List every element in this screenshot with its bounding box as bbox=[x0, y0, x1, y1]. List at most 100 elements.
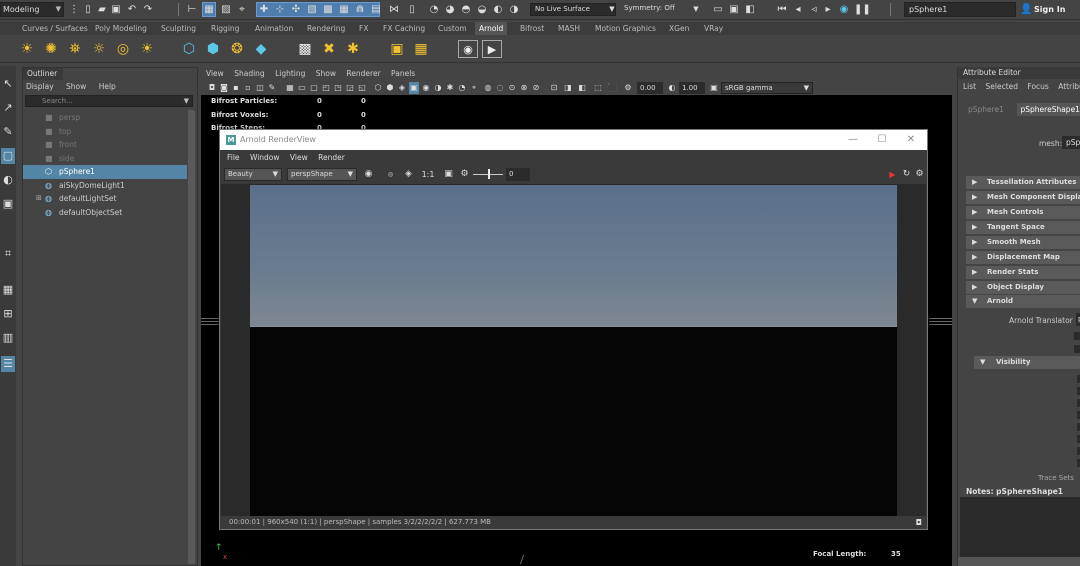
save-scene-icon[interactable]: ▣ bbox=[110, 3, 122, 16]
checkbox[interactable] bbox=[1074, 345, 1080, 353]
render-play-icon[interactable]: ▶ bbox=[482, 40, 502, 58]
outliner-menu-show[interactable]: Show bbox=[66, 82, 86, 91]
renderview-menu-view[interactable]: View bbox=[290, 153, 308, 162]
shelf-tab-bifrost[interactable]: Bifrost bbox=[516, 22, 548, 35]
render-icon[interactable]: ◔ bbox=[428, 3, 440, 16]
xray-joints-icon[interactable]: ⊗ bbox=[519, 82, 529, 94]
skydome-light-icon[interactable]: ☼ bbox=[90, 40, 108, 58]
shelf-tab-curves-surfaces[interactable]: Curves / Surfaces bbox=[18, 22, 92, 35]
curve-collector-icon[interactable]: ❂ bbox=[228, 40, 246, 58]
viewport-menu-lighting[interactable]: Lighting bbox=[275, 69, 305, 78]
outliner-item-persp[interactable]: ■ persp bbox=[23, 111, 187, 125]
outliner-search-input[interactable]: Search... ▼ bbox=[25, 95, 193, 107]
component-mode-icon[interactable]: ▨ bbox=[220, 3, 232, 16]
live-icon[interactable]: ▦ bbox=[338, 3, 350, 16]
shadows-icon[interactable]: ◑ bbox=[433, 82, 443, 94]
redo-icon[interactable]: ↷ bbox=[142, 3, 154, 16]
snap-pivot-icon[interactable]: ▤ bbox=[370, 3, 382, 16]
use-all-lights-icon[interactable]: ◉ bbox=[421, 82, 431, 94]
procedural-icon[interactable]: ◆ bbox=[252, 40, 270, 58]
photometric-light-icon[interactable]: ⛯ bbox=[66, 40, 84, 58]
render-canvas-area[interactable] bbox=[221, 184, 926, 516]
shelf-tab-rigging[interactable]: Rigging bbox=[207, 22, 243, 35]
outliner-item-front[interactable]: ■ front bbox=[23, 138, 187, 152]
crop-icon[interactable]: ◈ bbox=[402, 168, 415, 181]
camera-attributes-icon[interactable]: ◙ bbox=[219, 82, 229, 94]
ae-menu-attributes[interactable]: Attributes bbox=[1058, 82, 1080, 91]
ae-section-smooth-mesh[interactable]: ▶ Smooth Mesh bbox=[966, 236, 1080, 249]
ae-section-tangent-space[interactable]: ▶ Tangent Space bbox=[966, 221, 1080, 234]
snap-surface-icon[interactable]: ▩ bbox=[322, 3, 334, 16]
exposure-gear-icon[interactable]: ⚙ bbox=[458, 168, 471, 181]
shelf-tab-xgen[interactable]: XGen bbox=[665, 22, 693, 35]
flush-background-icon[interactable]: ✖ bbox=[320, 40, 338, 58]
hud-icon[interactable]: ◧ bbox=[577, 82, 587, 94]
select-camera-icon[interactable]: ⊡ bbox=[549, 82, 559, 94]
chevron-down-icon[interactable]: ▼ bbox=[184, 96, 189, 106]
ratio-button[interactable]: 1:1 bbox=[420, 168, 436, 181]
shelf-tab-arnold[interactable]: Arnold bbox=[475, 22, 508, 35]
record-icon[interactable]: ◉ bbox=[838, 3, 850, 16]
mesh-light-icon[interactable]: ✺ bbox=[42, 40, 60, 58]
outliner-item-defaultobjectset[interactable]: ◍ defaultObjectSet bbox=[23, 206, 187, 220]
shelf-tab-fx-caching[interactable]: FX Caching bbox=[379, 22, 429, 35]
channel-alpha-icon[interactable]: ◎ bbox=[384, 168, 397, 181]
tx-manager-icon[interactable]: ▣ bbox=[388, 40, 406, 58]
aov-select[interactable]: Beauty ▼ bbox=[224, 168, 282, 181]
render-current-icon[interactable]: ◕ bbox=[444, 3, 456, 16]
motion-blur-icon[interactable]: ◔ bbox=[457, 82, 467, 94]
move-tool-icon[interactable]: ▢ bbox=[1, 148, 15, 164]
outliner-item-top[interactable]: ■ top bbox=[23, 125, 187, 139]
camera-select[interactable]: perspShape ▼ bbox=[287, 168, 357, 181]
bookmark-icon[interactable]: ▪ bbox=[231, 82, 241, 94]
arnold-translator-field[interactable]: p bbox=[1076, 313, 1080, 326]
shelf-tab-poly-modeling[interactable]: Poly Modeling bbox=[91, 22, 151, 35]
anti-aliasing-icon[interactable]: ⚬ bbox=[469, 82, 479, 94]
eye-icon[interactable]: ◉ bbox=[458, 40, 478, 58]
physical-sky-icon[interactable]: ☀ bbox=[138, 40, 156, 58]
hypershade-icon[interactable]: ◐ bbox=[492, 3, 504, 16]
snapshot-camera-icon[interactable]: ◘ bbox=[916, 516, 922, 529]
undo-icon[interactable]: ↶ bbox=[126, 3, 138, 16]
select-tool-icon[interactable]: ⌖ bbox=[236, 3, 248, 16]
playback-start-icon[interactable]: ⏮ bbox=[776, 3, 788, 16]
camera-select-icon[interactable]: ◘ bbox=[207, 82, 217, 94]
layout-quad-icon[interactable]: ▦ bbox=[1, 282, 15, 298]
symmetry-toggle-icon[interactable]: ⋈ bbox=[388, 3, 400, 16]
gamma-field[interactable]: 1.00 bbox=[679, 82, 705, 94]
exposure-field[interactable]: 0 bbox=[506, 168, 530, 181]
field-chart-icon[interactable]: ◳ bbox=[333, 82, 343, 94]
resolution-gate-icon[interactable]: ▢ bbox=[309, 82, 319, 94]
image-plane-icon[interactable]: ▫ bbox=[243, 82, 253, 94]
notes-textarea[interactable] bbox=[960, 497, 1080, 557]
ae-tab-psphere1[interactable]: pSphere1 bbox=[964, 103, 1008, 116]
snap-curve-icon[interactable]: ⊹ bbox=[274, 3, 286, 16]
exposure-field[interactable]: 0.00 bbox=[637, 82, 663, 94]
viewport-menu-panels[interactable]: Panels bbox=[391, 69, 415, 78]
safe-title-icon[interactable]: ◱ bbox=[357, 82, 367, 94]
isolate-select-icon[interactable]: ◌ bbox=[495, 82, 505, 94]
paint-select-icon[interactable]: ✎ bbox=[1, 124, 15, 140]
ae-section-mesh-controls[interactable]: ▶ Mesh Controls bbox=[966, 206, 1080, 219]
outliner-item-defaultlightset[interactable]: ⊞ ◍ defaultLightSet bbox=[23, 192, 187, 206]
shelf-tab-fx[interactable]: FX bbox=[355, 22, 372, 35]
exposure-icon[interactable]: ⚙ bbox=[623, 82, 633, 94]
wireframe-on-shaded-icon[interactable]: ◈ bbox=[397, 82, 407, 94]
snap-view-plane-icon[interactable]: ▧ bbox=[306, 3, 318, 16]
lasso-tool-icon[interactable]: ↗ bbox=[1, 100, 15, 116]
renderview-menu-render[interactable]: Render bbox=[318, 153, 345, 162]
attribute-editor-toggle-icon[interactable]: ▣ bbox=[728, 3, 740, 16]
snap-point-icon[interactable]: ✣ bbox=[290, 3, 302, 16]
shelf-tab-custom[interactable]: Custom bbox=[434, 22, 471, 35]
screen-space-ao-icon[interactable]: ✱ bbox=[445, 82, 455, 94]
history-icon[interactable]: ▯ bbox=[406, 3, 418, 16]
outliner-scrollbar[interactable] bbox=[188, 110, 195, 564]
viewport-menu-shading[interactable]: Shading bbox=[234, 69, 264, 78]
color-mgmt-icon[interactable]: ⬛ bbox=[607, 82, 617, 94]
window-titlebar[interactable]: M Arnold RenderView — ☐ ✕ bbox=[220, 130, 927, 150]
maximize-icon[interactable]: ☐ bbox=[867, 130, 897, 150]
new-scene-icon[interactable]: ▯ bbox=[82, 3, 94, 16]
viewport-menu-show[interactable]: Show bbox=[316, 69, 336, 78]
chevron-down-icon[interactable]: ▼ bbox=[690, 3, 702, 16]
standin-icon[interactable]: ⬡ bbox=[180, 40, 198, 58]
